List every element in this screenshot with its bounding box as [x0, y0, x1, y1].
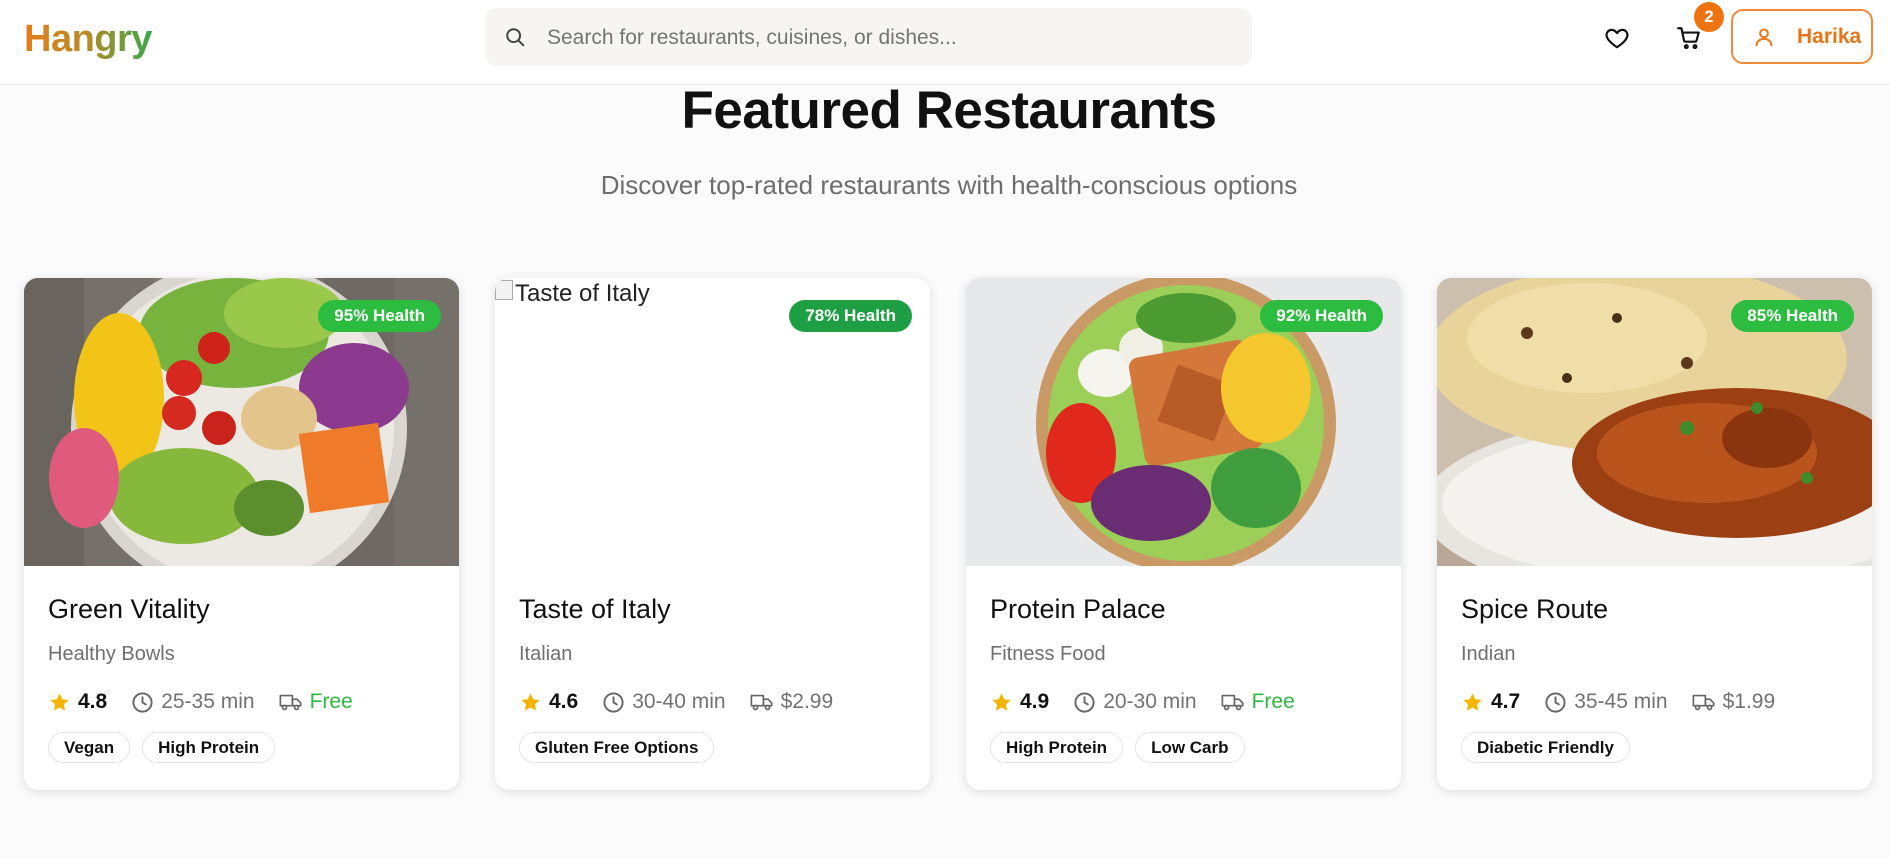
- delivery-truck-icon: [1221, 694, 1244, 711]
- star-icon: [521, 692, 540, 711]
- restaurant-name[interactable]: Protein Palace: [990, 594, 1166, 625]
- brand-logo[interactable]: Hangry: [24, 18, 152, 61]
- rating-value: 4.6: [549, 690, 579, 713]
- star-icon: [992, 692, 1011, 711]
- restaurant-name[interactable]: Spice Route: [1461, 594, 1608, 625]
- restaurant-card[interactable]: 85% Health Spice Route Indian 4.7 35-45 …: [1437, 278, 1872, 790]
- search-input[interactable]: [545, 8, 1239, 68]
- health-score-badge: 78% Health: [789, 300, 912, 332]
- dietary-tag: High Protein: [990, 732, 1124, 763]
- top-navbar: Hangry 2 Harika: [0, 0, 1890, 85]
- delivery-truck-icon: [279, 694, 302, 711]
- restaurant-cuisine: Italian: [519, 643, 573, 665]
- clock-icon: [132, 691, 153, 713]
- delivery-truck-icon: [1692, 694, 1715, 711]
- delivery-time: 35-45 min: [1574, 690, 1668, 713]
- delivery-fee: $2.99: [780, 690, 834, 713]
- restaurant-card[interactable]: 92% Health Protein Palace Fitness Food 4…: [966, 278, 1401, 790]
- broken-image-icon: [495, 280, 513, 300]
- user-icon: [1755, 27, 1773, 46]
- rating-value: 4.7: [1491, 690, 1521, 713]
- dietary-tag: Low Carb: [1135, 732, 1245, 763]
- delivery-time: 20-30 min: [1103, 690, 1197, 713]
- favorites-button[interactable]: [1595, 16, 1639, 60]
- dietary-tags: Vegan High Protein: [48, 732, 287, 763]
- health-score-badge: 95% Health: [318, 300, 441, 332]
- delivery-time: 25-35 min: [161, 690, 255, 713]
- restaurant-meta: 4.9 20-30 min Free: [990, 688, 1295, 716]
- heart-icon: [1605, 28, 1629, 49]
- rating-value: 4.9: [1020, 690, 1050, 713]
- rating-value: 4.8: [78, 690, 108, 713]
- dietary-tag: Vegan: [48, 732, 131, 763]
- restaurant-cuisine: Healthy Bowls: [48, 643, 175, 665]
- image-alt-text: Taste of Italy: [515, 280, 650, 307]
- section-title: Featured Restaurants: [681, 81, 1217, 140]
- restaurant-card[interactable]: Taste of Italy 78% Health Taste of Italy…: [495, 278, 930, 790]
- dietary-tag: Diabetic Friendly: [1461, 732, 1630, 763]
- delivery-truck-icon: [750, 694, 773, 711]
- health-score-badge: 85% Health: [1731, 300, 1854, 332]
- delivery-fee: $1.99: [1722, 690, 1776, 713]
- dietary-tags: Diabetic Friendly: [1461, 732, 1642, 763]
- restaurant-name[interactable]: Green Vitality: [48, 594, 210, 625]
- delivery-time: 30-40 min: [632, 690, 726, 713]
- restaurant-meta: 4.8 25-35 min Free: [48, 688, 353, 716]
- star-icon: [1463, 692, 1482, 711]
- section-subtitle: Discover top-rated restaurants with heal…: [600, 170, 1298, 200]
- dietary-tags: Gluten Free Options: [519, 732, 726, 763]
- cart-icon: [1677, 27, 1700, 50]
- user-profile-button[interactable]: Harika: [1731, 9, 1873, 64]
- restaurant-image-broken: Taste of Italy: [495, 280, 650, 308]
- dietary-tags: High Protein Low Carb: [990, 732, 1257, 763]
- clock-icon: [1545, 691, 1566, 713]
- delivery-fee: Free: [1251, 690, 1295, 713]
- cart-count-badge: 2: [1694, 2, 1724, 32]
- restaurant-meta: 4.7 35-45 min $1.99: [1461, 688, 1775, 716]
- dietary-tag: Gluten Free Options: [519, 732, 715, 763]
- search-bar[interactable]: [485, 8, 1252, 68]
- clock-icon: [1074, 691, 1095, 713]
- restaurant-cuisine: Fitness Food: [990, 643, 1106, 665]
- restaurant-meta: 4.6 30-40 min $2.99: [519, 688, 833, 716]
- restaurant-card[interactable]: 95% Health Green Vitality Healthy Bowls …: [24, 278, 459, 790]
- user-name-label: Harika: [1797, 24, 1862, 48]
- star-icon: [50, 692, 69, 711]
- delivery-fee: Free: [309, 690, 353, 713]
- search-icon: [506, 28, 525, 47]
- health-score-badge: 92% Health: [1260, 300, 1383, 332]
- restaurant-cuisine: Indian: [1461, 643, 1516, 665]
- clock-icon: [603, 691, 624, 713]
- dietary-tag: High Protein: [142, 732, 276, 763]
- restaurant-name[interactable]: Taste of Italy: [519, 594, 671, 625]
